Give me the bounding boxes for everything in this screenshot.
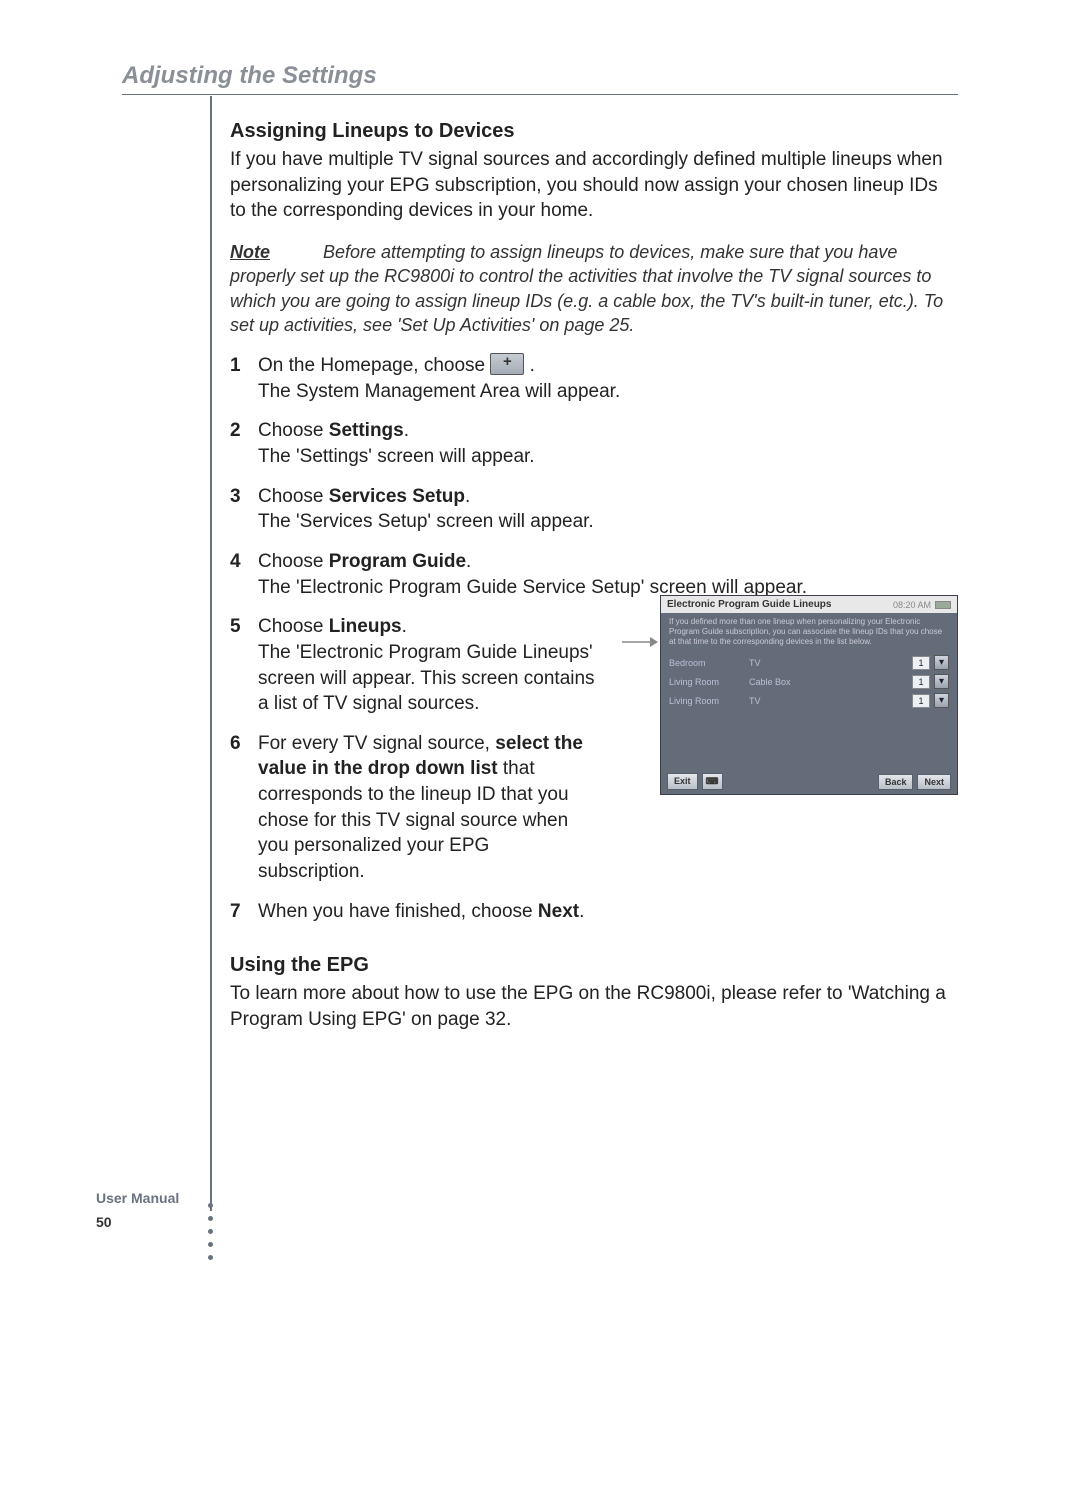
step-7-pre: When you have finished, choose: [258, 901, 538, 922]
step-1-pre: On the Homepage, choose: [258, 355, 490, 376]
step-5-sub: The 'Electronic Program Guide Lineups' s…: [258, 640, 600, 717]
ss-row-1-dropdown[interactable]: 1: [912, 656, 930, 670]
step-5-bold: Lineups: [329, 616, 402, 637]
step-2-bold: Settings: [329, 420, 404, 441]
step-3-post: .: [465, 486, 470, 507]
vertical-rule: [210, 96, 212, 1211]
step-6-pre: For every TV signal source,: [258, 733, 495, 754]
ss-row-3-dropdown[interactable]: 1: [912, 694, 930, 708]
keyboard-icon[interactable]: ⌨: [702, 773, 723, 790]
step-3-sub: The 'Services Setup' screen will appear.: [258, 509, 958, 535]
back-button[interactable]: Back: [878, 774, 914, 790]
ss-row-1: Bedroom TV 1 ▾: [661, 653, 957, 672]
step-5-post: .: [402, 616, 407, 637]
ss-instructions: If you defined more than one lineup when…: [661, 613, 957, 653]
step-1-post: .: [530, 355, 535, 376]
page-header: Adjusting the Settings: [122, 62, 958, 95]
settings-icon: [490, 353, 524, 375]
step-7-bold: Next: [538, 901, 579, 922]
decorative-dots: [208, 1203, 213, 1260]
section-heading-using-epg: Using the EPG: [230, 954, 958, 977]
ss-title: Electronic Program Guide Lineups: [667, 599, 831, 610]
step-4-bold: Program Guide: [329, 551, 466, 572]
step-2-post: .: [404, 420, 409, 441]
ss-row-1-room: Bedroom: [669, 658, 749, 668]
running-title: Adjusting the Settings: [122, 62, 958, 90]
arrow-icon: [622, 635, 658, 654]
step-5: Choose Lineups. The 'Electronic Program …: [230, 614, 600, 717]
ss-time: 08:20 AM: [893, 600, 931, 610]
intro-paragraph: If you have multiple TV signal sources a…: [230, 147, 958, 224]
ss-row-2: Living Room Cable Box 1 ▾: [661, 672, 957, 691]
battery-icon: [935, 601, 951, 609]
next-button[interactable]: Next: [917, 774, 951, 790]
step-3: Choose Services Setup. The 'Services Set…: [230, 484, 958, 535]
step-2-sub: The 'Settings' screen will appear.: [258, 444, 958, 470]
ss-row-2-device: Cable Box: [749, 677, 849, 687]
ss-row-3-device: TV: [749, 696, 849, 706]
section-heading-lineups: Assigning Lineups to Devices: [230, 120, 958, 143]
epg-lineups-screenshot: Electronic Program Guide Lineups 08:20 A…: [660, 595, 958, 795]
note-block: Note Before attempting to assign lineups…: [230, 240, 958, 337]
step-2-pre: Choose: [258, 420, 329, 441]
ss-row-3-room: Living Room: [669, 696, 749, 706]
step-4-pre: Choose: [258, 551, 329, 572]
ss-row-1-device: TV: [749, 658, 849, 668]
ss-bottom-bar: Exit ⌨ Back Next: [667, 773, 951, 790]
step-7: When you have finished, choose Next.: [230, 899, 600, 925]
device-screen: Electronic Program Guide Lineups 08:20 A…: [660, 595, 958, 795]
chevron-down-icon[interactable]: ▾: [934, 693, 949, 708]
step-6: For every TV signal source, select the v…: [230, 731, 600, 885]
step-5-pre: Choose: [258, 616, 329, 637]
chevron-down-icon[interactable]: ▾: [934, 674, 949, 689]
ss-row-2-dropdown[interactable]: 1: [912, 675, 930, 689]
footer: User Manual 50: [96, 1190, 179, 1230]
ss-row-3: Living Room TV 1 ▾: [661, 691, 957, 710]
step-2: Choose Settings. The 'Settings' screen w…: [230, 418, 958, 469]
step-7-post: .: [579, 901, 584, 922]
step-1-sub: The System Management Area will appear.: [258, 379, 958, 405]
section-using-epg: Using the EPG To learn more about how to…: [230, 954, 958, 1032]
page-number: 50: [96, 1214, 179, 1230]
ss-titlebar: Electronic Program Guide Lineups 08:20 A…: [661, 596, 957, 613]
step-4-post: .: [466, 551, 471, 572]
main-content: Assigning Lineups to Devices If you have…: [230, 110, 958, 1033]
exit-button[interactable]: Exit: [667, 773, 698, 790]
note-text: Before attempting to assign lineups to d…: [230, 242, 943, 335]
using-epg-body: To learn more about how to use the EPG o…: [230, 981, 958, 1032]
step-3-bold: Services Setup: [329, 486, 465, 507]
footer-manual-label: User Manual: [96, 1190, 179, 1206]
chevron-down-icon[interactable]: ▾: [934, 655, 949, 670]
note-label: Note: [230, 242, 270, 262]
ss-row-2-room: Living Room: [669, 677, 749, 687]
step-4: Choose Program Guide. The 'Electronic Pr…: [230, 549, 958, 600]
step-3-pre: Choose: [258, 486, 329, 507]
step-1: On the Homepage, choose . The System Man…: [230, 353, 958, 404]
